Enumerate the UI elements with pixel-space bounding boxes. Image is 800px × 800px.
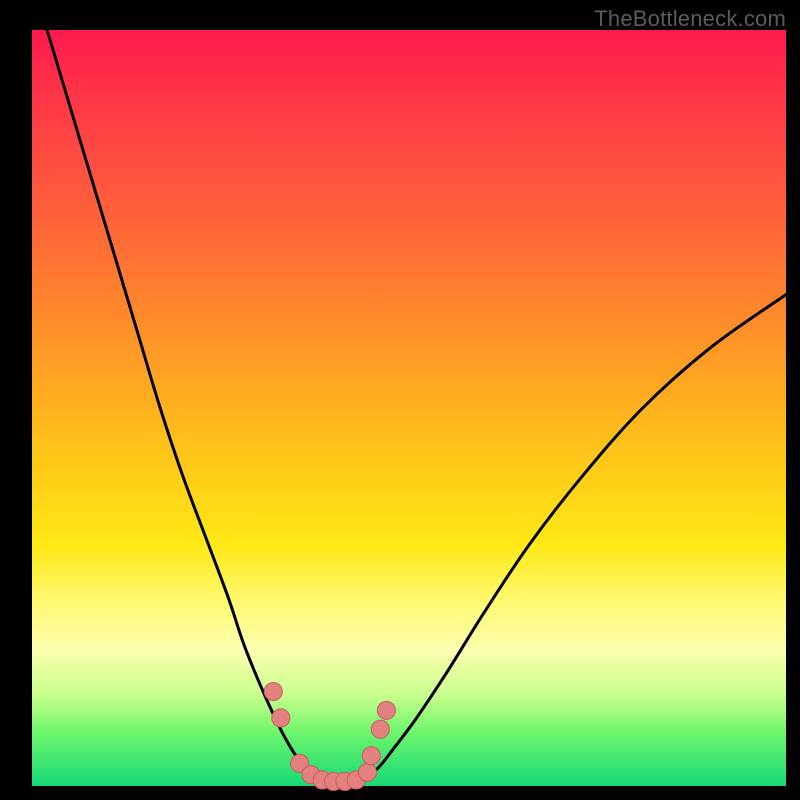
curve-left-curve [47, 30, 318, 780]
marker-point [377, 701, 395, 719]
marker-point [272, 709, 290, 727]
chart-svg [0, 0, 800, 800]
chart-frame: TheBottleneck.com [0, 0, 800, 800]
marker-point [264, 682, 282, 700]
marker-point [371, 720, 389, 738]
marker-point [362, 747, 380, 765]
marker-point [358, 763, 376, 781]
curve-right-curve [364, 295, 786, 780]
watermark-text: TheBottleneck.com [594, 6, 786, 32]
